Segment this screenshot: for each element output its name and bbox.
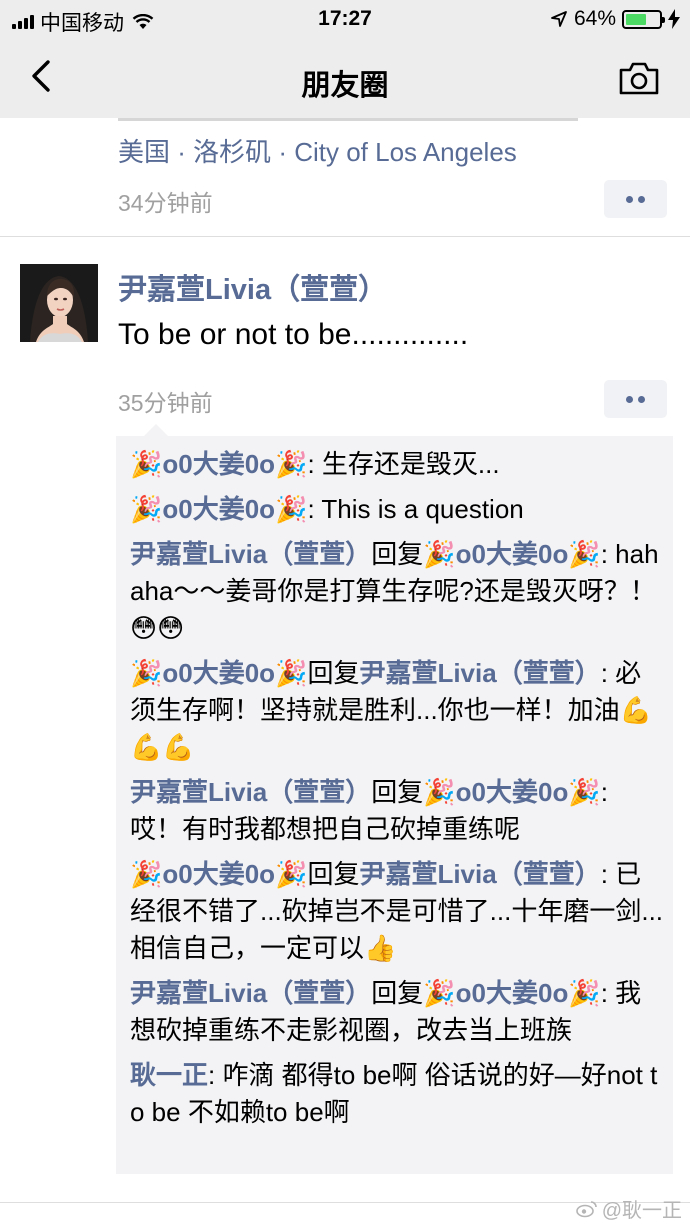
post-text: To be or not to be.............. [118, 318, 469, 351]
comment-item[interactable]: 尹嘉萱Livia（萱萱）回复🎉o0大姜0o🎉: 我想砍掉重练不走影视圈，改去当上… [130, 975, 663, 1049]
post-more-button[interactable] [604, 380, 667, 418]
weibo-logo-icon [575, 1200, 597, 1217]
status-bar: 中国移动 17:27 64% [0, 0, 690, 40]
location-arrow-icon [551, 11, 567, 27]
battery-icon [622, 9, 665, 29]
previous-post-time: 34分钟前 [118, 190, 213, 216]
post-location-link[interactable]: 美国 · 洛杉矶 · City of Los Angeles [118, 132, 517, 169]
weibo-watermark: @耿一正 [575, 1194, 682, 1223]
comment-item[interactable]: 尹嘉萱Livia（萱萱）回复🎉o0大姜0o🎉: hahaha～～姜哥你是打算生存… [130, 536, 663, 647]
comment-item[interactable]: 耿一正: 咋滴 都得to be啊 俗话说的好—好not to be 不如赖to … [130, 1057, 663, 1131]
comment-item[interactable]: 🎉o0大姜0o🎉回复尹嘉萱Livia（萱萱）: 必须生存啊！坚持就是胜利...你… [130, 655, 663, 766]
comment-item[interactable]: 🎉o0大姜0o🎉: 生存还是毁灭... [130, 446, 663, 483]
nav-bar: 朋友圈 [0, 40, 690, 118]
comment-item[interactable]: 🎉o0大姜0o🎉回复尹嘉萱Livia（萱萱）: 已经很不错了...砍掉岂不是可惜… [130, 856, 663, 967]
comment-item[interactable]: 尹嘉萱Livia（萱萱）回复🎉o0大姜0o🎉: 哎！有时我都想把自己砍掉重练呢 [130, 774, 663, 848]
previous-post-image-edge [118, 118, 578, 121]
moments-feed[interactable]: 美国 · 洛杉矶 · City of Los Angeles 34分钟前 尹嘉萱… [0, 118, 690, 1227]
page-title: 朋友圈 [301, 70, 389, 102]
charging-bolt-icon [668, 9, 680, 29]
comment-item[interactable]: 🎉o0大姜0o🎉: This is a question [130, 491, 663, 528]
watermark-text: @耿一正 [601, 1200, 682, 1222]
previous-post-more-button[interactable] [604, 180, 667, 218]
status-right: 64% [550, 7, 680, 31]
author-avatar[interactable] [20, 264, 98, 342]
camera-icon[interactable] [618, 60, 660, 96]
avatar-portrait [20, 264, 98, 342]
footer: @耿一正 [0, 1200, 690, 1227]
post-author-name[interactable]: 尹嘉萱Livia（萱萱） [118, 266, 387, 308]
post-time: 35分钟前 [118, 390, 213, 416]
battery-percent: 64% [573, 7, 616, 30]
comments-box: 🎉o0大姜0o🎉: 生存还是毁灭... 🎉o0大姜0o🎉: This is a … [116, 424, 673, 1174]
post-divider [0, 236, 690, 237]
